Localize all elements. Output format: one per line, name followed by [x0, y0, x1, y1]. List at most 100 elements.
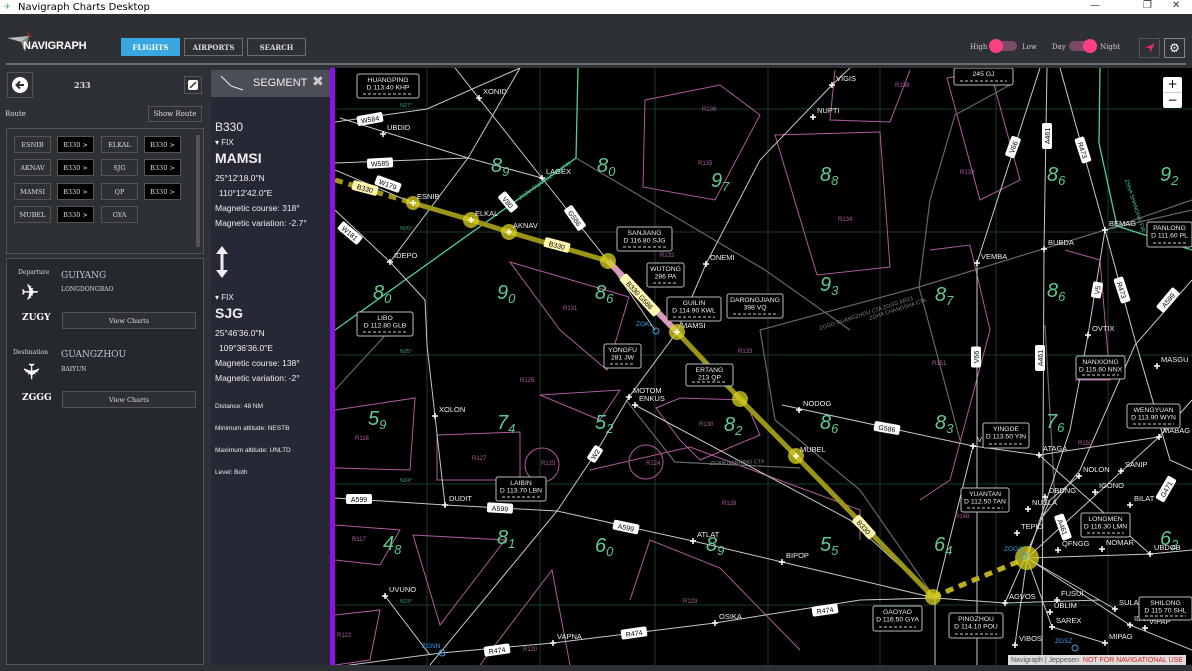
airway-label[interactable]: W584 — [356, 112, 384, 126]
airway-label[interactable]: V66 — [971, 346, 981, 368]
departure-view-charts-button[interactable]: View Charts — [62, 312, 196, 329]
route-airway-button[interactable]: B330 > — [57, 206, 94, 223]
airway-label[interactable]: A599 — [346, 494, 372, 504]
edit-flight-button[interactable] — [184, 76, 202, 94]
navaid-box[interactable]: PANLONGD 111.60 PL — [1146, 221, 1192, 248]
waypoint[interactable]: MASGU — [1154, 355, 1189, 369]
airway-label[interactable]: A599 — [1156, 287, 1180, 313]
waypoint[interactable]: NUPTI — [810, 106, 840, 120]
destination-view-charts-button[interactable]: View Charts — [62, 391, 196, 408]
zoom-in-button[interactable]: + — [1163, 77, 1182, 92]
maximize-button[interactable]: ❐ — [1143, 0, 1152, 11]
route-fix-button[interactable]: AKNAV — [14, 159, 51, 176]
navaid-box[interactable]: NANXIONGD 115.60 NNX — [1075, 355, 1126, 380]
route-airway-button[interactable]: B330 > — [57, 136, 94, 153]
airway-label[interactable]: B330 — [543, 237, 571, 253]
navaid-box[interactable]: PINGZHOUD 114.10 POU — [948, 612, 1004, 639]
navaid-box[interactable]: HUANGPINGD 113.40 KHP — [356, 73, 420, 99]
airway-label[interactable]: B330 — [852, 514, 877, 540]
navaid-box[interactable]: LONGMEND 116.30 LMN — [1080, 512, 1131, 538]
route-fix-button[interactable]: MUBEL — [14, 206, 51, 223]
navaid-box[interactable]: YONGFU281 JW — [603, 343, 642, 369]
route-airway-button[interactable]: B330 > — [144, 159, 181, 176]
airway-label[interactable]: A461 — [1035, 345, 1045, 371]
airway-label[interactable]: G586 — [873, 421, 901, 435]
theme-toggle[interactable] — [1069, 39, 1097, 53]
tab-airports[interactable]: AIRPORTS — [184, 38, 243, 56]
zoom-out-button[interactable]: − — [1163, 92, 1182, 108]
navaid-box[interactable]: ERTANG213 QP — [685, 363, 734, 387]
waypoint[interactable]: BILAT — [1127, 494, 1155, 508]
waypoint[interactable]: BIPOP — [779, 551, 809, 565]
airway-label[interactable]: V66 — [1005, 135, 1022, 159]
detail-toggle[interactable] — [989, 39, 1017, 53]
waypoint[interactable]: UVUNO — [382, 585, 416, 599]
airway-label[interactable]: R473 — [1113, 276, 1131, 304]
attribution-jeppesen[interactable]: Jeppesen — [1049, 657, 1079, 664]
airway-label[interactable]: G471 — [1155, 475, 1177, 503]
airway-label[interactable]: W2 — [586, 445, 603, 464]
waypoint[interactable]: BUBDA — [1041, 238, 1074, 252]
waypoint[interactable]: XOLON — [432, 405, 465, 419]
waypoint[interactable]: NODOG — [796, 399, 832, 413]
back-button[interactable] — [7, 72, 33, 98]
route-airway-button[interactable]: B330 > — [144, 136, 181, 153]
waypoint[interactable]: NOMAR — [1099, 538, 1135, 552]
waypoint[interactable]: MIPAG — [1102, 632, 1133, 646]
waypoint[interactable]: UBLIM — [1047, 601, 1077, 615]
route-fix-button[interactable]: QP — [101, 183, 138, 200]
route-fix-button[interactable]: ELKAL — [101, 136, 138, 153]
tab-flights[interactable]: FLIGHTS — [121, 38, 180, 56]
navaid-box[interactable]: WUTONG286 PA — [646, 262, 685, 288]
minimize-button[interactable]: — — [1090, 0, 1100, 11]
route-scrollbar[interactable] — [196, 135, 200, 247]
settings-button[interactable]: ⚙ — [1164, 38, 1185, 58]
airway-label[interactable]: A599 — [612, 519, 640, 535]
navaid-box[interactable]: 245 GJ — [953, 68, 1014, 86]
route-airway-button[interactable]: B330 > — [57, 159, 94, 176]
enroute-map[interactable]: 89 80 97 80 90 86 88 93 87 86 86 92 59 74 52 82 86 83 76 48… — [335, 68, 1192, 665]
map-canvas[interactable]: 89 80 9780 90 868893 8786869259 74 52 82 86 83 7648… — [335, 68, 1192, 665]
show-route-button[interactable]: Show Route — [148, 106, 202, 122]
waypoint[interactable]: TEPID — [1014, 522, 1044, 536]
waypoint[interactable]: UBDOB — [1147, 543, 1181, 557]
navaid-box[interactable]: LIBOD 112.80 GLB — [356, 311, 414, 337]
navaid-box[interactable]: YUANTAND 112.50 TAN — [960, 487, 1010, 513]
attribution-navigraph[interactable]: Navigraph — [1011, 657, 1043, 664]
airway-label[interactable]: W585 — [366, 157, 394, 169]
close-segment-button[interactable]: ✖ — [312, 74, 324, 90]
close-button[interactable]: ✕ — [1172, 0, 1180, 11]
locate-button[interactable] — [1139, 38, 1160, 58]
waypoint[interactable]: SANIP — [1118, 460, 1148, 474]
route-fix-button[interactable]: ESNIB — [14, 136, 51, 153]
route-airway-button[interactable]: B330 > — [57, 183, 94, 200]
waypoint-star-icon — [1099, 546, 1105, 552]
navaid-box[interactable]: YINGDED 113.50 YIN — [982, 422, 1030, 449]
route-fix-button[interactable]: MAMSI — [14, 183, 51, 200]
airway-label[interactable]: A599 — [486, 502, 514, 514]
route-airway-button[interactable]: B330 > — [144, 183, 181, 200]
airway-label[interactable]: R474 — [620, 626, 648, 640]
route-fix-button[interactable]: GYA — [101, 206, 138, 223]
waypoint[interactable]: IDEPO — [387, 251, 418, 265]
airway-label[interactable]: R474 — [483, 643, 511, 657]
navaid-box[interactable]: SHILONGD 115.70 SHL — [1138, 596, 1192, 621]
airway-label[interactable]: R473 — [1074, 136, 1092, 164]
airway-label[interactable]: A461 — [1042, 123, 1052, 149]
navaid-box[interactable]: WENGYUAND 113.90 WYN — [1126, 403, 1181, 429]
navaid-box[interactable]: GAOYAOD 116.50 GYA — [872, 605, 923, 632]
waypoint[interactable]: VEMBA — [974, 252, 1007, 266]
airway-label[interactable]: A461 — [1054, 513, 1072, 541]
route-fix-button[interactable]: SJG — [101, 159, 138, 176]
waypoint[interactable]: NUSLA — [1025, 498, 1057, 512]
airway-label[interactable]: G586 — [563, 204, 586, 231]
navaid-box[interactable]: LAIBIND 113.70 LBN — [495, 476, 547, 502]
airway-label[interactable]: V5 — [1091, 281, 1104, 299]
navaid-box[interactable]: GUILIND 114.90 KWL — [666, 296, 722, 322]
waypoint[interactable]: OSIKA — [712, 612, 742, 626]
navaid-frequency: D 116.80 SJG — [623, 238, 665, 245]
tab-search[interactable]: SEARCH — [247, 38, 306, 56]
waypoint[interactable]: QFNGG — [1055, 539, 1090, 553]
navaid-box[interactable]: DARONGJIANG398 VQ — [726, 293, 784, 319]
navaid-box[interactable]: SANJIANGD 116.80 SJG — [616, 226, 673, 252]
